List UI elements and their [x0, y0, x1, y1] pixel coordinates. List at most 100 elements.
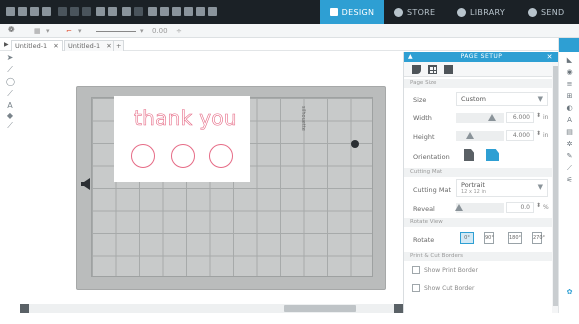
select-icon[interactable] — [122, 7, 131, 16]
page-tab-icon[interactable] — [412, 65, 421, 74]
store-icon — [394, 7, 403, 17]
fill-icon[interactable]: ◉ — [565, 68, 574, 76]
layers-icon[interactable]: ⚟ — [565, 176, 574, 184]
trace-icon[interactable]: ▤ — [565, 128, 574, 136]
show-print-border-checkbox[interactable] — [412, 266, 420, 274]
text-tool-icon[interactable]: A — [6, 102, 14, 110]
fill-grid-icon[interactable]: ▦ — [34, 27, 41, 35]
close-icon[interactable]: ✕ — [547, 52, 553, 62]
eraser-icon[interactable]: ◆ — [6, 112, 14, 120]
rotate-270-button[interactable]: 270° — [532, 232, 545, 244]
chevron-down-icon: ▼ — [537, 95, 543, 103]
redo-icon[interactable] — [108, 7, 117, 16]
knife-icon[interactable]: ⟋ — [565, 164, 574, 172]
width-field[interactable]: 6.000 — [506, 112, 534, 123]
cut-icon[interactable] — [58, 7, 67, 16]
tab-send[interactable]: SEND — [528, 0, 578, 24]
settings-gear-icon[interactable]: ✿ — [565, 288, 574, 296]
rotate-90-button[interactable]: 90° — [484, 232, 494, 244]
top-toolbar: DESIGN STORE LIBRARY SEND — [0, 0, 579, 24]
panel-title: PAGE SETUP — [460, 53, 503, 60]
height-field[interactable]: 4.000 — [506, 130, 534, 141]
fill-dropdown-icon[interactable]: ▾ — [46, 27, 50, 35]
transform-icon[interactable]: ⊞ — [565, 92, 574, 100]
scroll-thumb[interactable] — [284, 305, 356, 312]
replicate-icon[interactable]: ✲ — [565, 140, 574, 148]
close-icon[interactable]: ✕ — [53, 42, 58, 50]
color-wheel-icon[interactable]: ❁ — [8, 25, 15, 34]
cutting-mat-select[interactable]: Portrait 12 x 12 in ▼ — [456, 179, 548, 197]
size-select[interactable]: Custom ▼ — [456, 92, 548, 106]
reveal-slider[interactable] — [455, 203, 504, 213]
paste-icon[interactable] — [82, 7, 91, 16]
collapse-icon[interactable]: ▲ — [408, 52, 413, 62]
line-color-icon[interactable]: ⌐ — [66, 27, 72, 35]
text-style-icon[interactable]: A — [565, 116, 574, 124]
move-icon[interactable] — [196, 7, 205, 16]
line-width-value[interactable]: 0.00 — [152, 27, 168, 35]
height-stepper-icon[interactable]: ⬍ — [536, 130, 541, 137]
print-icon[interactable] — [42, 7, 51, 16]
copy-icon[interactable] — [70, 7, 79, 16]
pan-icon[interactable] — [184, 7, 193, 16]
page-setup-icon[interactable]: ◣ — [565, 56, 574, 64]
draw-tool-icon[interactable]: ⟋ — [6, 90, 14, 98]
zoom-in-icon[interactable] — [148, 7, 157, 16]
design-text[interactable]: thank you — [134, 106, 237, 131]
grid-tab-icon[interactable] — [428, 65, 437, 74]
line-style-preview[interactable] — [96, 31, 136, 32]
line-style-dropdown-icon[interactable]: ▾ — [140, 27, 144, 35]
rotate-180-button[interactable]: 180° — [508, 232, 522, 244]
tab-library[interactable]: LIBRARY — [457, 0, 517, 24]
height-slider[interactable] — [456, 131, 504, 141]
chevron-down-icon: ▼ — [537, 183, 543, 191]
section-cutting-mat: Cutting Mat — [404, 168, 552, 177]
open-file-icon[interactable] — [18, 7, 27, 16]
panel-toggle-button[interactable] — [559, 38, 579, 52]
zoom-fit-icon[interactable] — [172, 7, 181, 16]
scroll-left-button[interactable] — [20, 304, 29, 313]
horizontal-scrollbar[interactable] — [20, 304, 403, 313]
doc-tab-1[interactable]: Untitled-1 ✕ — [11, 40, 63, 51]
slider-knob[interactable] — [466, 132, 474, 139]
design-canvas[interactable]: thank you silhouette — [20, 52, 403, 304]
panel-header: ▲ PAGE SETUP ✕ — [404, 52, 559, 62]
modify-icon[interactable]: ✎ — [565, 152, 574, 160]
design-circle-2[interactable] — [171, 144, 195, 168]
width-slider[interactable] — [456, 113, 504, 123]
design-circle-1[interactable] — [131, 144, 155, 168]
save-icon[interactable] — [30, 7, 39, 16]
doc-tab-2[interactable]: Untitled-1 ✕ — [64, 40, 116, 51]
feed-direction-arrow-icon — [81, 178, 90, 190]
edit-points-icon[interactable]: ⟋ — [6, 66, 14, 74]
undo-icon[interactable] — [96, 7, 105, 16]
show-cut-border-checkbox[interactable] — [412, 284, 420, 292]
line-color-dropdown-icon[interactable]: ▾ — [78, 27, 82, 35]
select-tool-icon[interactable]: ➤ — [6, 54, 14, 62]
reveal-stepper-icon[interactable]: ⬍ — [536, 202, 541, 209]
tab-design[interactable]: DESIGN — [320, 0, 384, 24]
landscape-orientation-icon[interactable] — [486, 149, 499, 161]
line-width-stepper-icon[interactable]: ÷ — [176, 27, 182, 35]
portrait-orientation-icon[interactable] — [464, 149, 474, 161]
deselect-icon[interactable] — [134, 7, 143, 16]
new-file-icon[interactable] — [6, 7, 15, 16]
fill-icon[interactable] — [208, 7, 217, 16]
tab-store[interactable]: STORE — [394, 0, 444, 24]
tab-menu-icon[interactable]: ▶ — [4, 41, 9, 48]
width-stepper-icon[interactable]: ⬍ — [536, 112, 541, 119]
close-icon[interactable]: ✕ — [106, 42, 111, 50]
line-style-icon[interactable]: ≡ — [565, 80, 574, 88]
design-circle-3[interactable] — [209, 144, 233, 168]
rotate-0-button[interactable]: 0° — [460, 232, 474, 244]
slider-knob[interactable] — [488, 114, 496, 121]
shape-tool-icon[interactable]: ◯ — [6, 78, 15, 86]
zoom-out-icon[interactable] — [160, 7, 169, 16]
scroll-right-button[interactable] — [394, 304, 403, 313]
fill-tab-icon[interactable] — [444, 65, 453, 74]
add-tab-button[interactable]: + — [113, 40, 125, 51]
knife-tool-icon[interactable]: ⟋ — [6, 122, 14, 130]
reveal-field[interactable]: 0.0 — [506, 202, 534, 213]
offset-icon[interactable]: ◐ — [565, 104, 574, 112]
slider-knob[interactable] — [455, 204, 463, 211]
